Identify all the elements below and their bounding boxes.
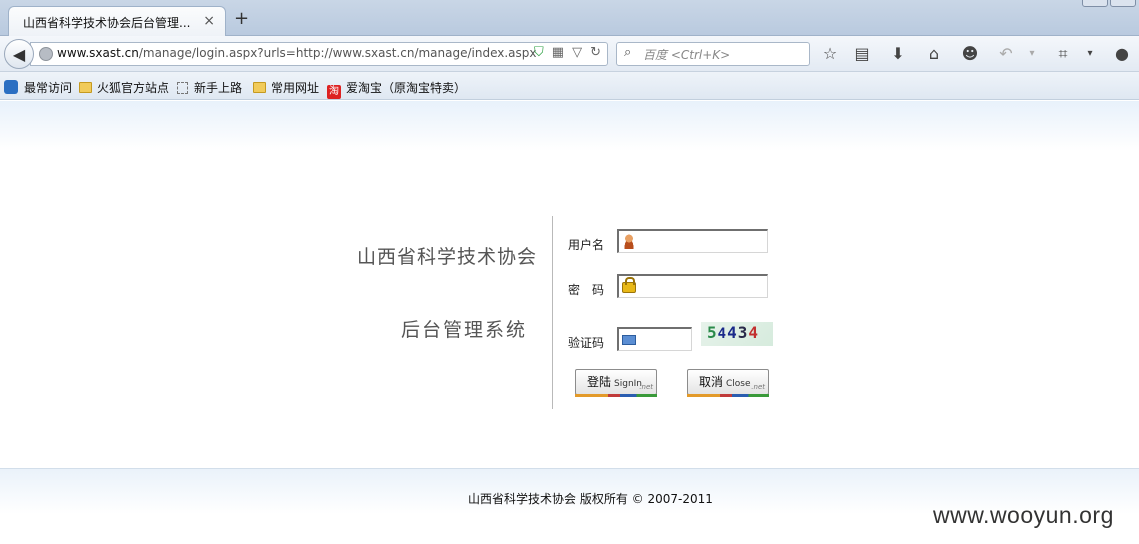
folder-icon (253, 82, 266, 93)
most-visited-icon (4, 80, 18, 94)
watermark-text: www.wooyun.org (933, 502, 1114, 528)
button-stripe (575, 394, 657, 397)
tab-bar: 山西省科学技术协会后台管理... × + (0, 0, 1139, 37)
lock-icon (622, 277, 636, 293)
user-icon (622, 234, 636, 249)
bookmark-getting-started[interactable]: 新手上路 (177, 79, 242, 96)
bookmark-most-visited[interactable]: 最常访问 (4, 79, 72, 96)
back-arrow-icon: ◀ (12, 44, 26, 64)
captcha-input[interactable] (617, 327, 692, 351)
menu-dropdown-icon[interactable]: ▾ (1080, 48, 1100, 59)
search-input[interactable]: ⌕ 百度 <Ctrl+K> (616, 42, 810, 66)
back-button[interactable]: ◀ (4, 39, 34, 69)
password-label: 密 码 (568, 283, 605, 297)
username-label: 用户名 (568, 238, 605, 252)
folder-icon (79, 82, 92, 93)
chat-icon[interactable]: ☻ (960, 44, 980, 63)
new-tab-button[interactable]: + (234, 8, 249, 29)
minimize-button[interactable] (1082, 0, 1108, 7)
keyboard-icon (622, 335, 636, 345)
reading-list-icon[interactable]: ▤ (852, 44, 872, 63)
captcha-label: 验证码 (568, 336, 605, 350)
bookmark-star-icon[interactable]: ☆ (820, 44, 840, 63)
system-name: 后台管理系统 (401, 319, 528, 341)
tab-title: 山西省科学技术协会后台管理... (23, 16, 191, 30)
undo-icon[interactable]: ↶ (996, 44, 1016, 63)
search-icon: ⌕ (624, 45, 632, 60)
url-host: www.sxast.cn (57, 46, 139, 60)
shield-icon[interactable]: ⛉ (534, 45, 544, 60)
page-header-band (0, 101, 1139, 151)
bookmark-common-sites[interactable]: 常用网址 (253, 79, 319, 96)
globe-icon (39, 47, 53, 61)
password-input[interactable] (617, 274, 768, 298)
bookmark-ai-taobao[interactable]: 淘爱淘宝（原淘宝特卖） (327, 79, 466, 99)
taobao-icon: 淘 (327, 85, 341, 99)
crop-icon[interactable]: ⌗ (1053, 44, 1073, 64)
page-icon (177, 82, 188, 94)
maximize-button[interactable] (1110, 0, 1136, 7)
url-bar[interactable]: www.sxast.cn/manage/login.aspx?urls=http… (30, 42, 608, 66)
url-path: /manage/login.aspx?urls=http://www.sxast… (138, 46, 537, 60)
home-icon[interactable]: ⌂ (924, 44, 944, 63)
download-icon[interactable]: ⬇ (888, 44, 908, 63)
captcha-image[interactable]: 54434 (701, 322, 773, 346)
tab-close-icon[interactable]: × (203, 13, 215, 29)
dropdown-arrow-icon[interactable]: ▽ (572, 45, 582, 60)
qr-code-icon[interactable]: ▦ (552, 45, 564, 60)
browser-tab[interactable]: 山西省科学技术协会后台管理... × (8, 6, 226, 37)
signin-button[interactable]: 登陆 SignIn .net (575, 369, 657, 397)
bookmarks-toolbar: 最常访问 火狐官方站点 新手上路 常用网址 淘爱淘宝（原淘宝特卖） (0, 72, 1139, 100)
net-tag: .net (751, 383, 765, 391)
reload-icon[interactable]: ↻ (590, 45, 601, 60)
net-tag: .net (639, 383, 653, 391)
bookmark-firefox-site[interactable]: 火狐官方站点 (79, 79, 169, 96)
undo-dropdown-icon[interactable]: ▾ (1022, 48, 1042, 59)
username-input[interactable] (617, 229, 768, 253)
search-placeholder: 百度 <Ctrl+K> (643, 48, 731, 62)
close-button[interactable]: 取消 Close .net (687, 369, 769, 397)
organization-name: 山西省科学技术协会 (357, 246, 538, 268)
speech-bubble-icon[interactable]: ● (1112, 44, 1132, 63)
button-stripe (687, 394, 769, 397)
vertical-divider (552, 216, 553, 409)
navigation-bar: www.sxast.cn/manage/login.aspx?urls=http… (0, 36, 1139, 72)
